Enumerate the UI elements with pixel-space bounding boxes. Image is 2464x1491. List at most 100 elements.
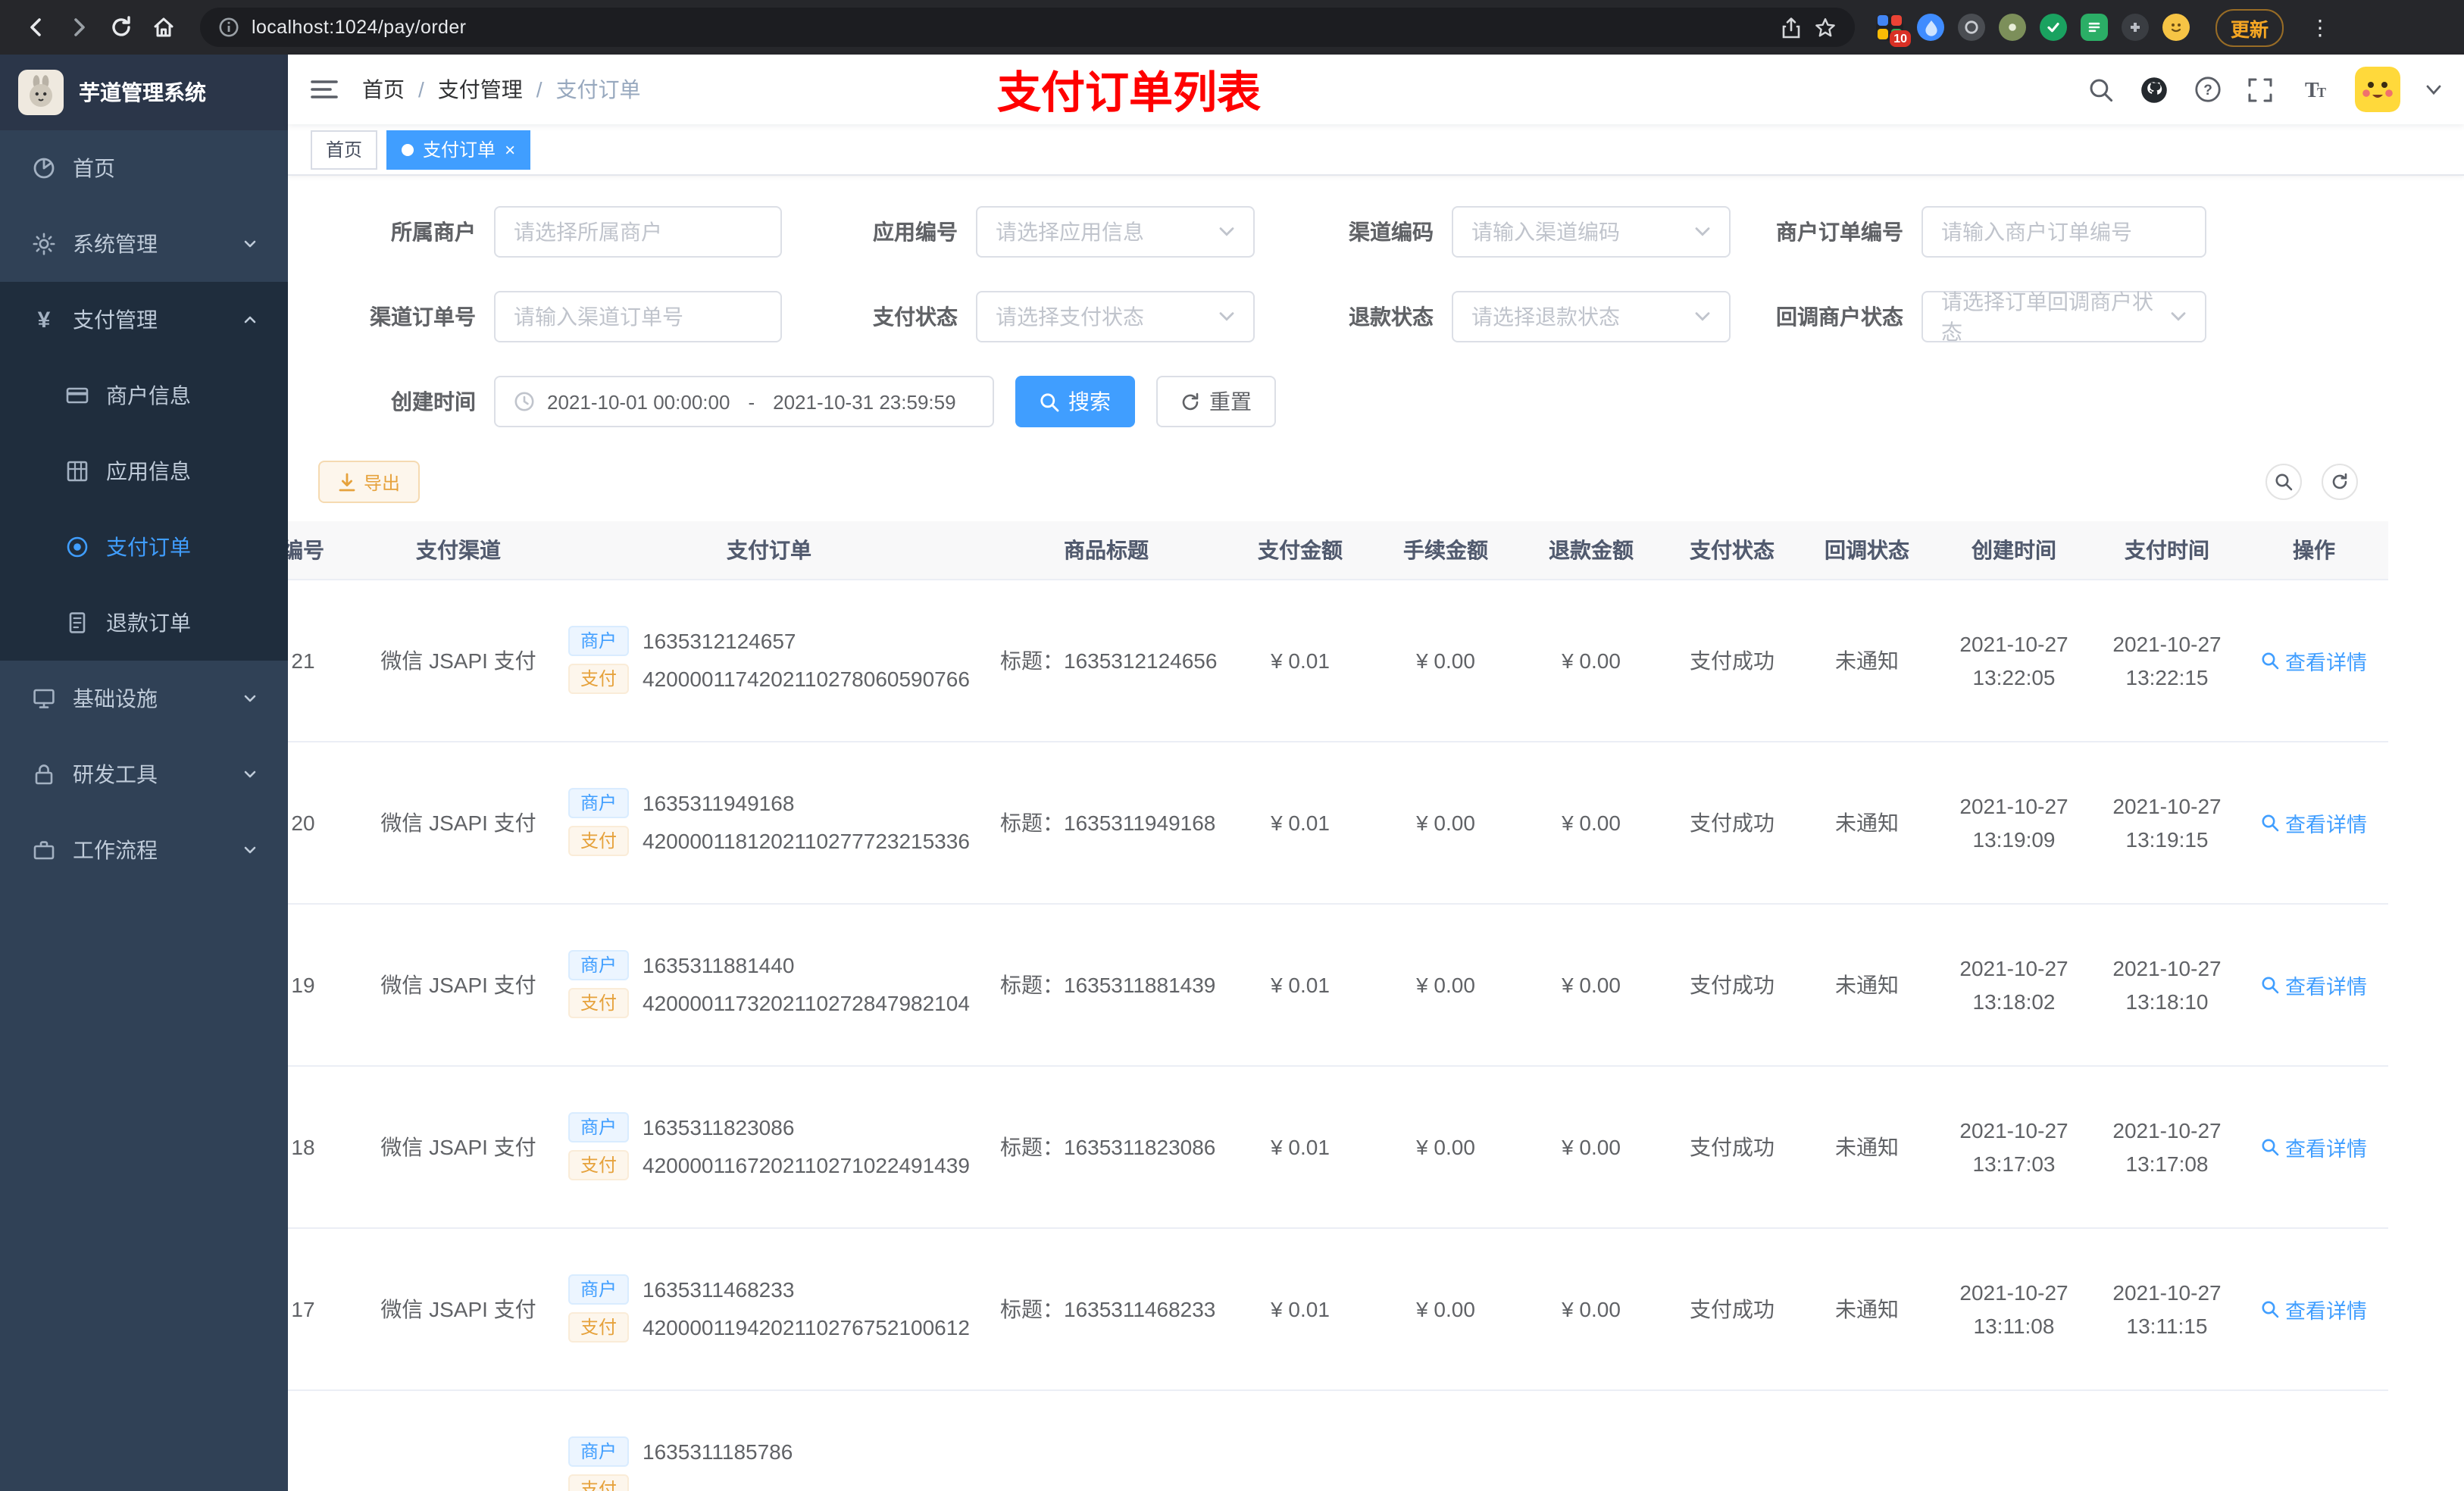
reset-button-label: 重置 (1209, 389, 1252, 414)
export-button[interactable]: 导出 (318, 461, 421, 503)
back-button[interactable] (15, 6, 58, 48)
view-detail-label: 查看详情 (2285, 1137, 2367, 1160)
sidebar-item-label: 基础设施 (73, 686, 158, 711)
chevron-down-icon (1694, 311, 1711, 323)
extension-emoji-icon[interactable] (2162, 14, 2190, 41)
bookmark-star-icon[interactable] (1814, 16, 1837, 39)
page-title: 支付订单列表 (997, 70, 1262, 118)
channel-order-input[interactable]: 请输入渠道订单号 (494, 291, 782, 342)
search-icon[interactable] (2088, 77, 2114, 102)
fee-amount: ¥ 0.00 (1373, 1227, 1518, 1390)
view-detail-link[interactable]: 查看详情 (2261, 969, 2367, 999)
app-select[interactable]: 请选择应用信息 (976, 206, 1255, 258)
github-icon[interactable] (2140, 75, 2169, 104)
filter-row-3: 创建时间 2021-10-01 00:00:00 - 2021-10-31 23… (318, 376, 2434, 427)
info-icon[interactable] (218, 17, 239, 38)
pay-status-select[interactable]: 请选择支付状态 (976, 291, 1255, 342)
merchant-select[interactable]: 请选择所属商户 (494, 206, 782, 258)
pay-order-cell: 商户 1635311468233 支付 42000011942021102767… (553, 1227, 985, 1390)
yen-icon: ¥ (37, 307, 51, 333)
url-text[interactable]: localhost:1024/pay/order (252, 17, 1768, 38)
col-amount: 支付金额 (1227, 521, 1373, 580)
breadcrumb-payment[interactable]: 支付管理 (438, 74, 523, 105)
view-detail-label: 查看详情 (2285, 651, 2367, 674)
header-actions: ? TT (2088, 67, 2441, 112)
extension-dark-icon[interactable] (1958, 14, 1985, 41)
view-detail-link[interactable]: 查看详情 (2261, 807, 2367, 837)
end-date-value[interactable]: 2021-10-31 23:59:59 (773, 390, 955, 413)
tag-home[interactable]: 首页 (311, 130, 378, 169)
pay-time-cell: 2021-10-27 13:19:15 (2094, 741, 2240, 904)
sidebar-item-label: 研发工具 (73, 762, 158, 786)
pay-channel: 微信 JSAPI 支付 (364, 579, 553, 742)
breadcrumb-home[interactable]: 首页 (362, 74, 405, 105)
user-avatar[interactable] (2355, 67, 2400, 112)
sidebar-item-workflow[interactable]: 工作流程 (0, 812, 288, 888)
main-area: 首页 / 支付管理 / 支付订单 支付订单列表 ? T T 首页 支付订单 × … (288, 55, 2464, 1491)
create-time-range[interactable]: 2021-10-01 00:00:00 - 2021-10-31 23:59:5… (494, 376, 994, 427)
update-button[interactable]: 更新 (2215, 8, 2284, 46)
sidebar-item-payment-management[interactable]: ¥ 支付管理 (0, 282, 288, 358)
sidebar-item-home[interactable]: 首页 (0, 130, 288, 206)
search-button-label: 搜索 (1068, 389, 1111, 414)
channel-code-select[interactable]: 请输入渠道编码 (1452, 206, 1731, 258)
start-date-value[interactable]: 2021-10-01 00:00:00 (547, 390, 730, 413)
table-tools (2265, 464, 2358, 500)
merchant-order-no: 1635311468233 (643, 1277, 795, 1302)
pay-status-label: 支付状态 (873, 305, 958, 329)
menu-kebab-icon[interactable]: ⋮ (2309, 14, 2331, 40)
tag-payment-orders[interactable]: 支付订单 × (386, 130, 531, 169)
pay-status: 支付成功 (1664, 579, 1800, 742)
reset-button[interactable]: 重置 (1156, 376, 1276, 427)
close-icon[interactable]: × (505, 140, 515, 158)
sidebar-item-system-management[interactable]: 系统管理 (0, 206, 288, 282)
sidebar-item-dev-tools[interactable]: 研发工具 (0, 736, 288, 812)
notify-status (1800, 1389, 1934, 1491)
forward-button[interactable] (58, 6, 100, 48)
help-icon[interactable]: ? (2194, 76, 2222, 103)
sidebar-item-refund-orders[interactable]: 退款订单 (0, 585, 288, 661)
refresh-button[interactable] (2322, 464, 2358, 500)
view-detail-link[interactable]: 查看详情 (2261, 1131, 2367, 1161)
font-size-icon[interactable]: TT (2299, 77, 2329, 102)
share-icon[interactable] (1781, 16, 1802, 39)
chevron-down-icon (1218, 226, 1235, 238)
placeholder-text: 请输入渠道编码 (1471, 220, 1620, 244)
fullscreen-icon[interactable] (2247, 77, 2273, 102)
callback-status-select[interactable]: 请选择订单回调商户状态 (1921, 289, 2206, 344)
extension-grid-icon[interactable]: 10 (1876, 14, 1911, 47)
order-id: 20 (288, 741, 364, 904)
home-button[interactable] (142, 6, 185, 48)
view-detail-link[interactable]: 查看详情 (2261, 1293, 2367, 1324)
refund-status-select[interactable]: 请选择退款状态 (1452, 291, 1731, 342)
url-bar[interactable]: localhost:1024/pay/order (200, 8, 1855, 47)
sidebar-item-infrastructure[interactable]: 基础设施 (0, 661, 288, 736)
caret-down-icon[interactable] (2426, 83, 2441, 95)
fee-amount: ¥ 0.00 (1373, 579, 1518, 742)
extension-olive-icon[interactable] (1999, 14, 2026, 41)
create-time-label: 创建时间 (391, 389, 476, 414)
reload-button[interactable] (100, 6, 142, 48)
notify-status: 未通知 (1800, 579, 1934, 742)
view-detail-link[interactable]: 查看详情 (2261, 645, 2367, 675)
credit-card-icon (64, 383, 91, 408)
page-content: 所属商户 请选择所属商户 应用编号 请选择应用信息 渠道编码 请输入渠道编码 商… (288, 176, 2464, 1491)
sidebar-item-merchant-info[interactable]: 商户信息 (0, 358, 288, 433)
merchant-order-input[interactable]: 请输入商户订单编号 (1921, 206, 2206, 258)
sidebar-item-label: 应用信息 (106, 459, 191, 483)
extension-badge: 10 (1890, 30, 1911, 47)
chevron-down-icon (242, 842, 258, 858)
search-toggle-button[interactable] (2265, 464, 2302, 500)
fee-amount: ¥ 0.00 (1373, 741, 1518, 904)
view-detail-label: 查看详情 (2285, 975, 2367, 998)
extension-check-icon[interactable] (2040, 14, 2067, 41)
sidebar-logo: 芋道管理系统 (0, 55, 288, 130)
sidebar-item-app-info[interactable]: 应用信息 (0, 433, 288, 509)
hamburger-icon[interactable] (311, 77, 338, 102)
extension-puzzle-icon[interactable] (2122, 14, 2149, 41)
extension-drop-icon[interactable] (1917, 14, 1944, 41)
extension-chat-icon[interactable] (2081, 14, 2108, 41)
search-button[interactable]: 搜索 (1015, 376, 1135, 427)
sidebar-item-payment-orders[interactable]: 支付订单 (0, 509, 288, 585)
channel-code-label: 渠道编码 (1349, 220, 1434, 244)
